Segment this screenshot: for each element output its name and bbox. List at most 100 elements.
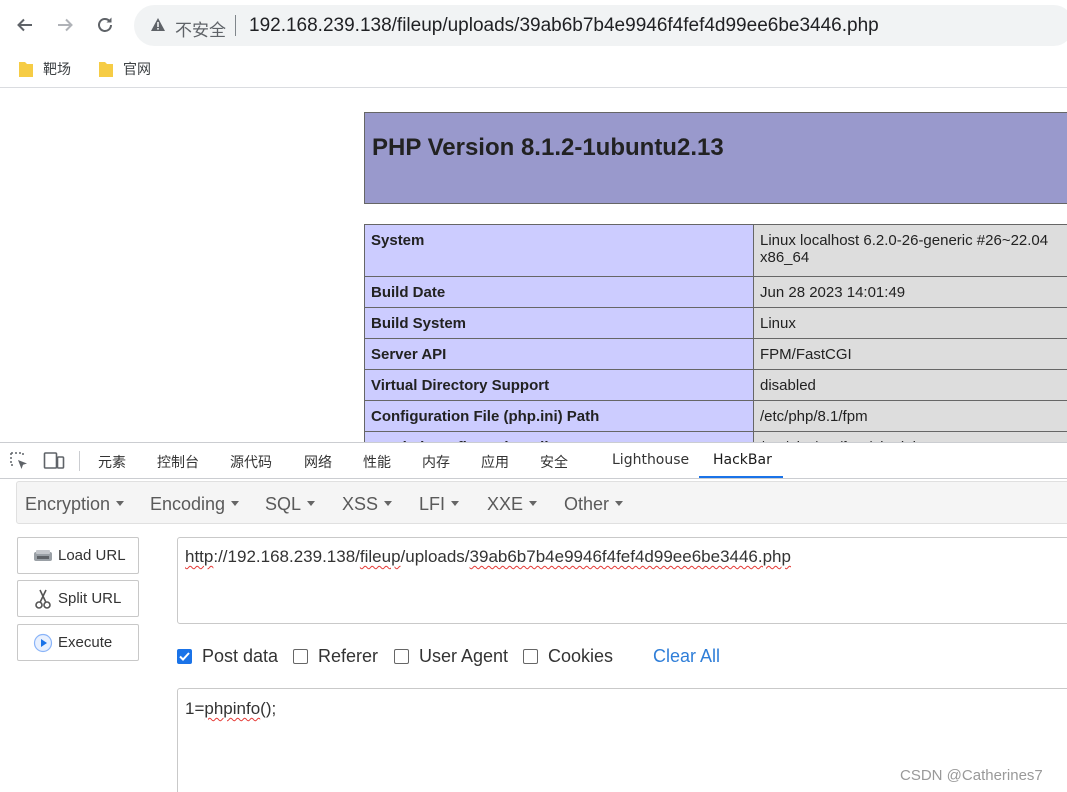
url-input-text: http://192.168.239.138/fileup/uploads/39… [185, 547, 791, 566]
cookies-checkbox[interactable] [523, 649, 538, 664]
bookmark-label: 官网 [123, 62, 151, 78]
reload-button[interactable] [89, 9, 121, 41]
url-segment-flagged: fileup [359, 547, 401, 566]
caret-down-icon [615, 500, 624, 506]
menu-label: LFI [419, 494, 446, 514]
url-input[interactable]: http://192.168.239.138/fileup/uploads/39… [177, 537, 1067, 624]
row-key: Virtual Directory Support [364, 369, 754, 401]
bookmark-folder-official[interactable]: 官网 [98, 59, 151, 79]
caret-down-icon [451, 500, 460, 506]
address-url[interactable]: 192.168.239.138/fileup/uploads/39ab6b7b4… [249, 15, 879, 37]
warning-icon [151, 18, 165, 31]
menu-label: XXE [487, 494, 524, 514]
row-value: disabled [753, 369, 1067, 401]
table-row: Server API FPM/FastCGI [364, 338, 1067, 370]
inspect-element-icon[interactable] [9, 451, 29, 471]
load-url-icon [34, 549, 52, 561]
menu-label: Encoding [150, 494, 226, 514]
row-key: Server API [364, 338, 754, 370]
referer-checkbox[interactable] [293, 649, 308, 664]
php-version-title: PHP Version 8.1.2-1ubuntu2.13 [372, 134, 724, 161]
devtools-panel: 元素 控制台 源代码 网络 性能 内存 应用 安全 Lighthouse Hac… [0, 442, 1067, 792]
table-row: Build Date Jun 28 2023 14:01:49 [364, 276, 1067, 308]
load-url-button[interactable]: Load URL [17, 537, 139, 574]
row-value: /etc/php/8.1/fpm [753, 400, 1067, 432]
post-segment: (); [260, 699, 277, 718]
url-input-value: http://192.168.239.138/fileup/uploads/39… [185, 547, 791, 567]
checkmark-icon [179, 652, 190, 661]
row-value: FPM/FastCGI [753, 338, 1067, 370]
address-separator [235, 15, 236, 36]
tab-network[interactable]: 网络 [304, 452, 332, 472]
scissors-icon [35, 589, 51, 609]
active-tab-indicator [699, 476, 783, 478]
menu-encoding[interactable]: Encoding [150, 494, 240, 515]
tab-application[interactable]: 应用 [481, 452, 509, 472]
tab-security[interactable]: 安全 [540, 452, 568, 472]
bookmark-label: 靶场 [43, 62, 71, 78]
menu-label: Other [564, 494, 610, 514]
table-row: Configuration File (php.ini) Path/etc/ph… [364, 400, 1067, 432]
url-segment-flagged: 39ab6b7b4e9946f4fef4d99ee6be3446.php [469, 547, 791, 566]
address-bar[interactable]: 不安全 192.168.239.138/fileup/uploads/39ab6… [134, 5, 1067, 46]
security-label[interactable]: 不安全 [175, 16, 226, 41]
tab-elements[interactable]: 元素 [98, 452, 126, 472]
caret-down-icon [307, 500, 316, 506]
table-row: Virtual Directory Support disabled [364, 369, 1067, 401]
row-value: Jun 28 2023 14:01:49 [753, 276, 1067, 308]
menu-label: XSS [342, 494, 379, 514]
tab-console[interactable]: 控制台 [157, 452, 199, 472]
devtools-separator [79, 451, 80, 471]
menu-xss[interactable]: XSS [342, 494, 393, 515]
option-cookies[interactable]: Cookies [523, 646, 613, 667]
option-label: Post data [202, 646, 279, 666]
menu-xxe[interactable]: XXE [487, 494, 538, 515]
clear-all-link[interactable]: Clear All [653, 646, 720, 667]
arrow-left-icon [17, 18, 32, 32]
url-segment-flagged: http [185, 547, 214, 566]
folder-icon [19, 62, 33, 77]
bookmarks-bar: 靶场 官网 [0, 52, 1067, 88]
menu-label: Encryption [25, 494, 111, 514]
execute-button[interactable]: Execute [17, 624, 139, 661]
device-toolbar-icon[interactable] [43, 451, 65, 471]
back-button[interactable] [9, 9, 41, 41]
watermark: CSDN @Catherines7 [900, 767, 1043, 784]
forward-button[interactable] [49, 9, 81, 41]
post-segment-flagged: phpinfo [204, 699, 261, 718]
option-referer[interactable]: Referer [293, 646, 378, 667]
play-icon [33, 633, 53, 652]
tab-lighthouse[interactable]: Lighthouse [612, 452, 689, 468]
php-version-header: PHP Version 8.1.2-1ubuntu2.13 [364, 112, 1067, 204]
post-data-checkbox[interactable] [177, 649, 192, 664]
row-value: Linux localhost 6.2.0-26-generic #26~22.… [753, 224, 1067, 277]
caret-down-icon [384, 500, 393, 506]
url-segment: /uploads/ [400, 547, 470, 566]
tab-performance[interactable]: 性能 [363, 452, 391, 472]
browser-toolbar: 不安全 192.168.239.138/fileup/uploads/39ab6… [0, 0, 1067, 50]
menu-label: SQL [265, 494, 302, 514]
post-data-value: 1=phpinfo(); [185, 699, 276, 719]
caret-down-icon [529, 500, 538, 506]
tab-sources[interactable]: 源代码 [230, 452, 272, 472]
option-label: User Agent [419, 646, 509, 666]
arrow-right-icon [58, 18, 73, 32]
post-segment: 1= [185, 699, 205, 718]
split-url-button[interactable]: Split URL [17, 580, 139, 617]
reload-icon [98, 17, 112, 32]
row-key: System [364, 224, 754, 277]
option-label: Referer [318, 646, 379, 666]
menu-other[interactable]: Other [564, 494, 624, 515]
option-post-data[interactable]: Post data [177, 646, 278, 667]
devtools-tab-bar: 元素 控制台 源代码 网络 性能 内存 应用 安全 Lighthouse Hac… [0, 443, 1067, 479]
option-user-agent[interactable]: User Agent [394, 646, 508, 667]
bookmark-folder-range[interactable]: 靶场 [18, 59, 71, 79]
tab-hackbar[interactable]: HackBar [713, 452, 772, 468]
tab-memory[interactable]: 内存 [422, 452, 450, 472]
button-label: Load URL [58, 547, 126, 564]
button-label: Execute [58, 634, 113, 651]
user-agent-checkbox[interactable] [394, 649, 409, 664]
menu-encryption[interactable]: Encryption [25, 494, 125, 515]
menu-lfi[interactable]: LFI [419, 494, 460, 515]
menu-sql[interactable]: SQL [265, 494, 316, 515]
